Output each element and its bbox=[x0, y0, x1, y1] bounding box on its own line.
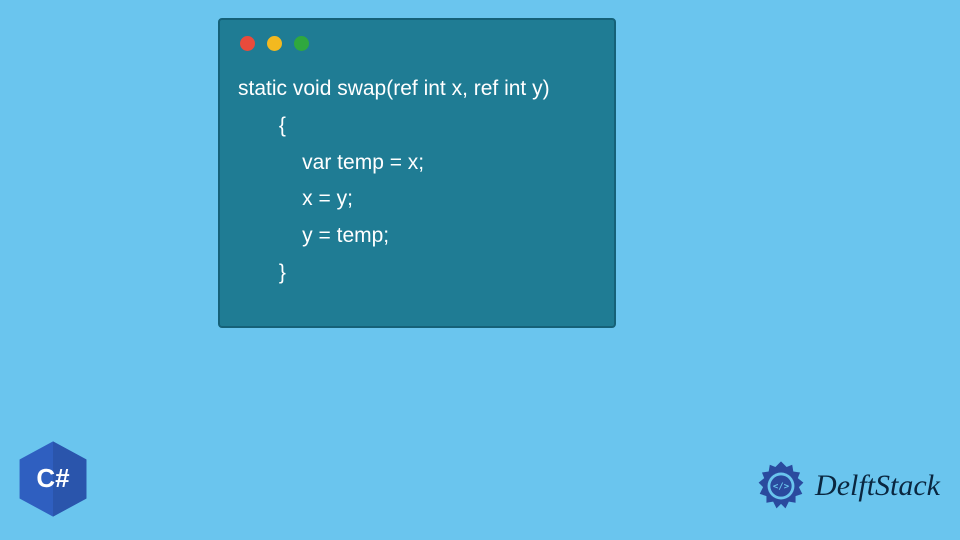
minimize-icon bbox=[267, 36, 282, 51]
brand-logo-icon: </> bbox=[753, 458, 809, 514]
code-block: static void swap(ref int x, ref int y) {… bbox=[220, 61, 614, 292]
code-window: static void swap(ref int x, ref int y) {… bbox=[218, 18, 616, 328]
brand-name: DelftStack bbox=[815, 469, 940, 503]
brand: </> DelftStack bbox=[753, 458, 940, 514]
csharp-badge: C# bbox=[18, 440, 88, 518]
window-controls bbox=[220, 20, 614, 61]
badge-label: C# bbox=[36, 463, 69, 494]
close-icon bbox=[240, 36, 255, 51]
maximize-icon bbox=[294, 36, 309, 51]
svg-text:</>: </> bbox=[773, 482, 789, 492]
